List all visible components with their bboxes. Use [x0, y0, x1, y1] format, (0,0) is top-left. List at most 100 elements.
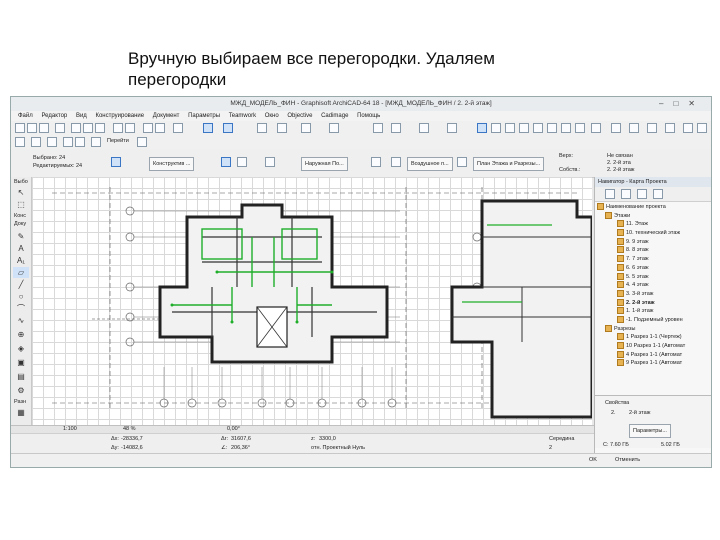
- tree-item[interactable]: Разрезы: [595, 324, 711, 334]
- top-link-value[interactable]: Не связан: [607, 153, 633, 159]
- rotation-value[interactable]: 0,00°: [227, 426, 240, 432]
- angle-value[interactable]: 206,36°: [231, 445, 250, 451]
- tree-item[interactable]: 10. технический этаж: [595, 229, 711, 238]
- floor-plan-icon[interactable]: [477, 123, 487, 133]
- window-controls[interactable]: –□✕: [659, 99, 705, 108]
- wall-reference-icon[interactable]: [237, 157, 247, 167]
- eyedropper-icon[interactable]: [329, 123, 339, 133]
- dr-value[interactable]: 31607,6: [231, 436, 251, 442]
- copy-icon[interactable]: [83, 123, 93, 133]
- label-tool-icon[interactable]: A₁: [13, 255, 29, 266]
- menu-help[interactable]: Помощь: [357, 111, 380, 121]
- tree-item[interactable]: 4 Разрез 1-1 (Автомат: [595, 350, 711, 360]
- info-box-icon[interactable]: [665, 123, 675, 133]
- guide-line-icon[interactable]: [173, 123, 183, 133]
- worksheet-icon[interactable]: [533, 123, 543, 133]
- view-2d-icon[interactable]: [373, 123, 383, 133]
- tree-item[interactable]: 1. 1-й этаж: [595, 307, 711, 316]
- magic-wand-icon[interactable]: [301, 123, 311, 133]
- arrow-tool-icon[interactable]: ↖: [13, 187, 29, 198]
- menu-document[interactable]: Документ: [153, 111, 180, 121]
- menu-window[interactable]: Окно: [265, 111, 279, 121]
- construction-method-button[interactable]: Конструктив ...: [149, 157, 195, 171]
- cursor-snap-icon[interactable]: [223, 123, 233, 133]
- layout-icon[interactable]: [547, 123, 557, 133]
- cut-icon[interactable]: [71, 123, 81, 133]
- zoom-value[interactable]: 48 %: [123, 426, 136, 432]
- fill-tool-icon[interactable]: ▱: [13, 267, 29, 278]
- paste-icon[interactable]: [95, 123, 105, 133]
- polyline-tool-icon[interactable]: ⌒: [13, 303, 29, 314]
- render-icon[interactable]: [611, 123, 621, 133]
- publish-icon[interactable]: [561, 123, 571, 133]
- menu-cadimage[interactable]: Cadimage: [321, 111, 348, 121]
- menu-edit[interactable]: Редактор: [41, 111, 67, 121]
- elevation-icon[interactable]: [505, 123, 515, 133]
- figure-tool-icon[interactable]: ▣: [13, 357, 29, 368]
- wall-layers-icon[interactable]: [391, 157, 401, 167]
- tree-item[interactable]: 11. Этаж: [595, 220, 711, 229]
- pick-up-icon[interactable]: [143, 123, 153, 133]
- tree-item[interactable]: 9. 9 этаж: [595, 237, 711, 247]
- layer-icon[interactable]: [277, 123, 287, 133]
- tree-item[interactable]: 5. 5 этаж: [595, 272, 711, 282]
- menu-objective[interactable]: Objective: [287, 111, 312, 121]
- wall-geometry-icon[interactable]: [221, 157, 231, 167]
- menu-options[interactable]: Параметры: [188, 111, 220, 121]
- parameters-button[interactable]: Параметры...: [629, 424, 671, 438]
- plan-view-icon[interactable]: [457, 157, 467, 167]
- fit-window-icon[interactable]: [47, 137, 57, 147]
- dx-value[interactable]: -28336,7: [121, 436, 143, 442]
- zoom-out-icon[interactable]: [75, 137, 85, 147]
- menu-file[interactable]: Файл: [18, 111, 33, 121]
- zoom-in-icon[interactable]: [63, 137, 73, 147]
- grid-icon[interactable]: [257, 123, 267, 133]
- pen-tool-icon[interactable]: ✎: [13, 231, 29, 242]
- plan-sections-button[interactable]: План Этажа и Разрезы...: [473, 157, 545, 171]
- tree-item-current-story[interactable]: 2. 2-й этаж: [595, 298, 711, 308]
- z-reference[interactable]: отн. Проектный Нуль: [311, 445, 365, 451]
- project-map-icon[interactable]: [605, 189, 615, 199]
- tree-item[interactable]: 7. 7 этаж: [595, 255, 711, 264]
- wall-settings-icon[interactable]: [111, 157, 121, 167]
- undo-icon[interactable]: [113, 123, 123, 133]
- wall-structure-icon[interactable]: [265, 157, 275, 167]
- snap-mode[interactable]: Середина: [549, 436, 574, 442]
- ok-button[interactable]: OK: [589, 457, 597, 463]
- snap-divisions[interactable]: 2: [549, 445, 552, 451]
- 3d-window-icon[interactable]: [591, 123, 601, 133]
- tree-item[interactable]: Этажи: [595, 211, 711, 221]
- air-surface-button[interactable]: Воздушное п...: [407, 157, 453, 171]
- circle-tool-icon[interactable]: ○: [13, 291, 29, 302]
- detail-icon[interactable]: [519, 123, 529, 133]
- view-3d-icon[interactable]: [391, 123, 401, 133]
- menu-design[interactable]: Конструирование: [95, 111, 144, 121]
- text-tool-icon[interactable]: A: [13, 243, 29, 254]
- home-story-value[interactable]: 2. 2-й этаж: [607, 167, 635, 173]
- floor-plan-view-icon[interactable]: [15, 137, 25, 147]
- z-value[interactable]: 3300,0: [319, 436, 336, 442]
- outer-surface-button[interactable]: Наружная По...: [301, 157, 348, 171]
- settings-icon[interactable]: [683, 123, 693, 133]
- tree-item[interactable]: 3. 3-й этаж: [595, 289, 711, 299]
- tree-item[interactable]: 10 Разрез 1-1 (Автомат: [595, 342, 711, 351]
- go-button[interactable]: Перейти: [107, 138, 129, 144]
- open-file-icon[interactable]: [27, 123, 37, 133]
- print-icon[interactable]: [55, 123, 65, 133]
- spline-tool-icon[interactable]: ∿: [13, 315, 29, 326]
- marquee-icon[interactable]: [419, 123, 429, 133]
- scale-value[interactable]: 1:100: [63, 426, 77, 432]
- layout-book-icon[interactable]: [637, 189, 647, 199]
- tree-item[interactable]: -1. Подземный уровен: [595, 315, 711, 325]
- inject-icon[interactable]: [155, 123, 165, 133]
- dy-value[interactable]: -14082,6: [121, 445, 143, 451]
- dimension-tool-icon[interactable]: ◈: [13, 343, 29, 354]
- floor-plan-canvas[interactable]: [32, 177, 592, 425]
- publisher-icon[interactable]: [653, 189, 663, 199]
- line-tool-icon[interactable]: ╱: [13, 279, 29, 290]
- tree-item[interactable]: Наименование проекта: [595, 203, 711, 212]
- teamwork-icon[interactable]: [575, 123, 585, 133]
- section-icon[interactable]: [491, 123, 501, 133]
- tree-item[interactable]: 1 Разрез 1-1 (Чертеж): [595, 333, 711, 342]
- wall-skin-icon[interactable]: [371, 157, 381, 167]
